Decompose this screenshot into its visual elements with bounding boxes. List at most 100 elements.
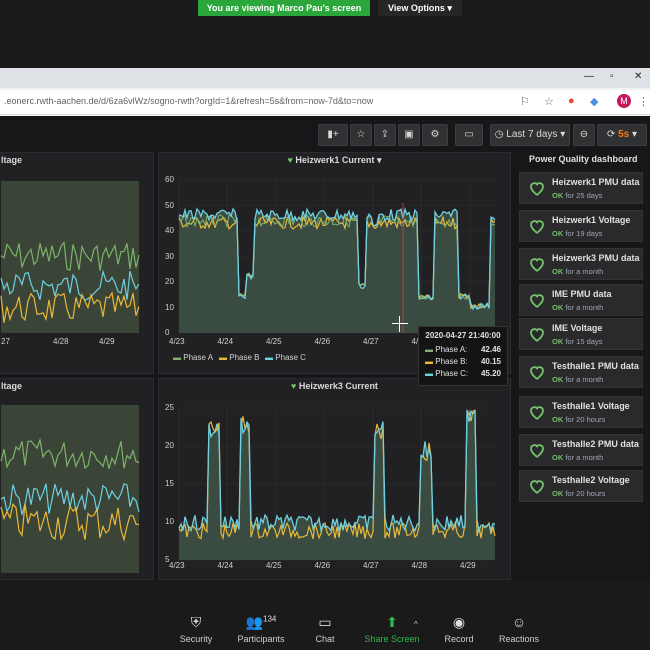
x-tick-label: 4/27 — [363, 337, 379, 346]
reactions-button[interactable]: ☺ Reactions — [496, 614, 542, 644]
status-item-name: Testhalle2 Voltage — [552, 475, 630, 485]
toolbar-label: Record — [444, 634, 474, 644]
share-button[interactable]: ⇪ — [374, 124, 396, 146]
toolbar-label: Security — [179, 634, 213, 644]
add-panel-button[interactable]: ▮+ — [318, 124, 348, 146]
graph-tooltip: 2020-04-27 21:40:00 ▬ Phase A: 42.46 ▬ Ph… — [418, 326, 508, 386]
view-options-label: View Options — [388, 3, 445, 13]
x-tick-label: 4/29 — [99, 337, 115, 346]
star-icon[interactable]: ☆ — [544, 95, 554, 108]
heart-icon — [528, 477, 546, 500]
x-tick-label: 4/28 — [411, 561, 428, 570]
status-item[interactable]: IME Voltage OK for 15 days — [519, 318, 643, 350]
status-item-name: IME PMU data — [552, 289, 612, 299]
heart-icon — [528, 291, 546, 314]
legend-phase-b[interactable]: ▬ Phase B — [219, 353, 259, 362]
browser-window: — ▫ ✕ .eonerc.rwth-aachen.de/d/6za6vlWz/… — [0, 68, 650, 116]
extension-icon[interactable]: ◆ — [590, 95, 598, 108]
status-item[interactable]: Testhalle2 PMU data OK for a month — [519, 434, 643, 466]
status-item[interactable]: Heizwerk3 PMU data OK for a month — [519, 248, 643, 280]
record-icon: ◉ — [452, 614, 466, 630]
legend-label: Phase C — [275, 353, 306, 362]
heart-icon — [528, 441, 546, 464]
url-text[interactable]: .eonerc.rwth-aachen.de/d/6za6vlWz/sogno-… — [4, 96, 373, 106]
voltage-panel-top-left[interactable]: ltage 27 4/28 4/29 — [0, 152, 154, 374]
x-tick-label: 4/28 — [53, 337, 69, 346]
clock-icon: ◷ — [494, 129, 504, 140]
toolbar-label: Reactions — [498, 634, 540, 644]
y-tick-label: 50 — [165, 200, 174, 210]
time-range-label: Last 7 days — [506, 129, 558, 140]
y-tick-label: 15 — [165, 479, 174, 488]
tooltip-label: Phase C: — [435, 369, 469, 378]
tv-mode-button[interactable]: ▭ — [455, 124, 483, 146]
heizwerk3-chart — [178, 407, 496, 561]
status-item-name: Testhalle1 PMU data — [552, 361, 639, 371]
status-item[interactable]: Testhalle1 PMU data OK for a month — [519, 356, 643, 388]
share-screen-button[interactable]: ⬆ Share Screen — [360, 614, 424, 644]
translate-icon[interactable]: ⚐ — [520, 95, 530, 108]
status-panel-title: Power Quality dashboard — [529, 154, 638, 164]
minimize-icon[interactable]: — — [584, 71, 594, 82]
chevron-down-icon: ▾ — [632, 129, 638, 140]
voltage-chart-top-left — [0, 181, 140, 333]
heart-icon — [528, 325, 546, 348]
chart-area-fill — [1, 405, 139, 573]
tooltip-row: ▬ Phase B: 40.15 — [425, 357, 501, 366]
chat-button[interactable]: ▭ Chat — [308, 614, 342, 644]
star-icon: ☆ — [356, 129, 366, 140]
opera-extension-icon[interactable]: ● — [568, 95, 575, 107]
legend-line-icon: ▬ — [219, 353, 227, 362]
maximize-icon[interactable]: ▫ — [610, 71, 614, 82]
status-item-name: IME Voltage — [552, 323, 603, 333]
x-tick-label: 4/23 — [169, 337, 185, 346]
view-options-button[interactable]: View Options ▾ — [378, 0, 462, 16]
security-button[interactable]: ⛨ Security — [176, 614, 216, 644]
zoom-out-button[interactable]: ⊖ — [573, 124, 595, 146]
avatar[interactable]: M — [617, 94, 631, 108]
heart-icon — [528, 255, 546, 278]
settings-button[interactable]: ⚙ — [422, 124, 448, 146]
more-menu-icon[interactable]: ⋮ — [638, 95, 649, 108]
share-screen-options-icon[interactable]: ^ — [414, 620, 418, 629]
zoom-toolbar: ⛨ Security 👥134 Participants ▭ Chat ⬆ Share … — [0, 580, 650, 650]
heart-icon — [528, 403, 546, 426]
status-item-state: OK for 25 days — [552, 191, 603, 200]
status-item[interactable]: Heizwerk1 PMU data OK for 25 days — [519, 172, 643, 204]
y-tick-label: 10 — [165, 302, 174, 312]
reactions-icon: ☺ — [511, 614, 527, 630]
share-icon: ⇪ — [380, 129, 390, 140]
x-tick-label: 4/29 — [460, 561, 476, 570]
participant-count: 134 — [263, 614, 277, 624]
status-item[interactable]: IME PMU data OK for a month — [519, 284, 643, 316]
heart-icon — [528, 217, 546, 240]
address-bar[interactable]: .eonerc.rwth-aachen.de/d/6za6vlWz/sogno-… — [0, 90, 650, 115]
legend-line-icon: ▬ — [265, 353, 273, 362]
toolbar-label: Participants — [237, 634, 285, 644]
time-picker-button[interactable]: ◷ Last 7 days ▾ — [490, 124, 570, 146]
voltage-panel-bottom-left[interactable]: ltage — [0, 378, 154, 580]
status-item[interactable]: Heizwerk1 Voltage OK for 19 days — [519, 210, 643, 242]
chart-area-fill — [1, 181, 139, 333]
status-item[interactable]: Testhalle2 Voltage OK for 20 hours — [519, 470, 643, 502]
legend-phase-a[interactable]: ▬ Phase A — [173, 353, 213, 362]
status-item[interactable]: Testhalle1 Voltage OK for 20 hours — [519, 396, 643, 428]
participants-button[interactable]: 👥134 Participants — [232, 614, 290, 644]
x-tick-label: 4/26 — [314, 337, 331, 346]
heizwerk3-current-panel[interactable]: ♥ Heizwerk3 Current 25 20 15 10 5 4/23 4/24 4/2… — [158, 378, 511, 580]
save-button[interactable]: ▣ — [398, 124, 420, 146]
status-item-state: OK for a month — [552, 267, 604, 276]
legend-label: Phase A — [183, 353, 214, 362]
record-button[interactable]: ◉ Record — [440, 614, 478, 644]
star-dashboard-button[interactable]: ☆ — [350, 124, 372, 146]
toolbar-label: Chat — [315, 634, 335, 644]
crosshair-cursor-icon — [392, 316, 408, 332]
area-fill — [179, 409, 495, 560]
refresh-button[interactable]: ⟳ 5s ▾ — [597, 124, 647, 146]
legend-phase-c[interactable]: ▬ Phase C — [265, 353, 306, 362]
refresh-icon: ⟳ — [606, 129, 616, 140]
status-item-state: OK for a month — [552, 375, 604, 384]
close-icon[interactable]: ✕ — [634, 71, 642, 82]
chevron-down-icon: ▾ — [560, 129, 566, 140]
area-fill — [179, 209, 495, 333]
